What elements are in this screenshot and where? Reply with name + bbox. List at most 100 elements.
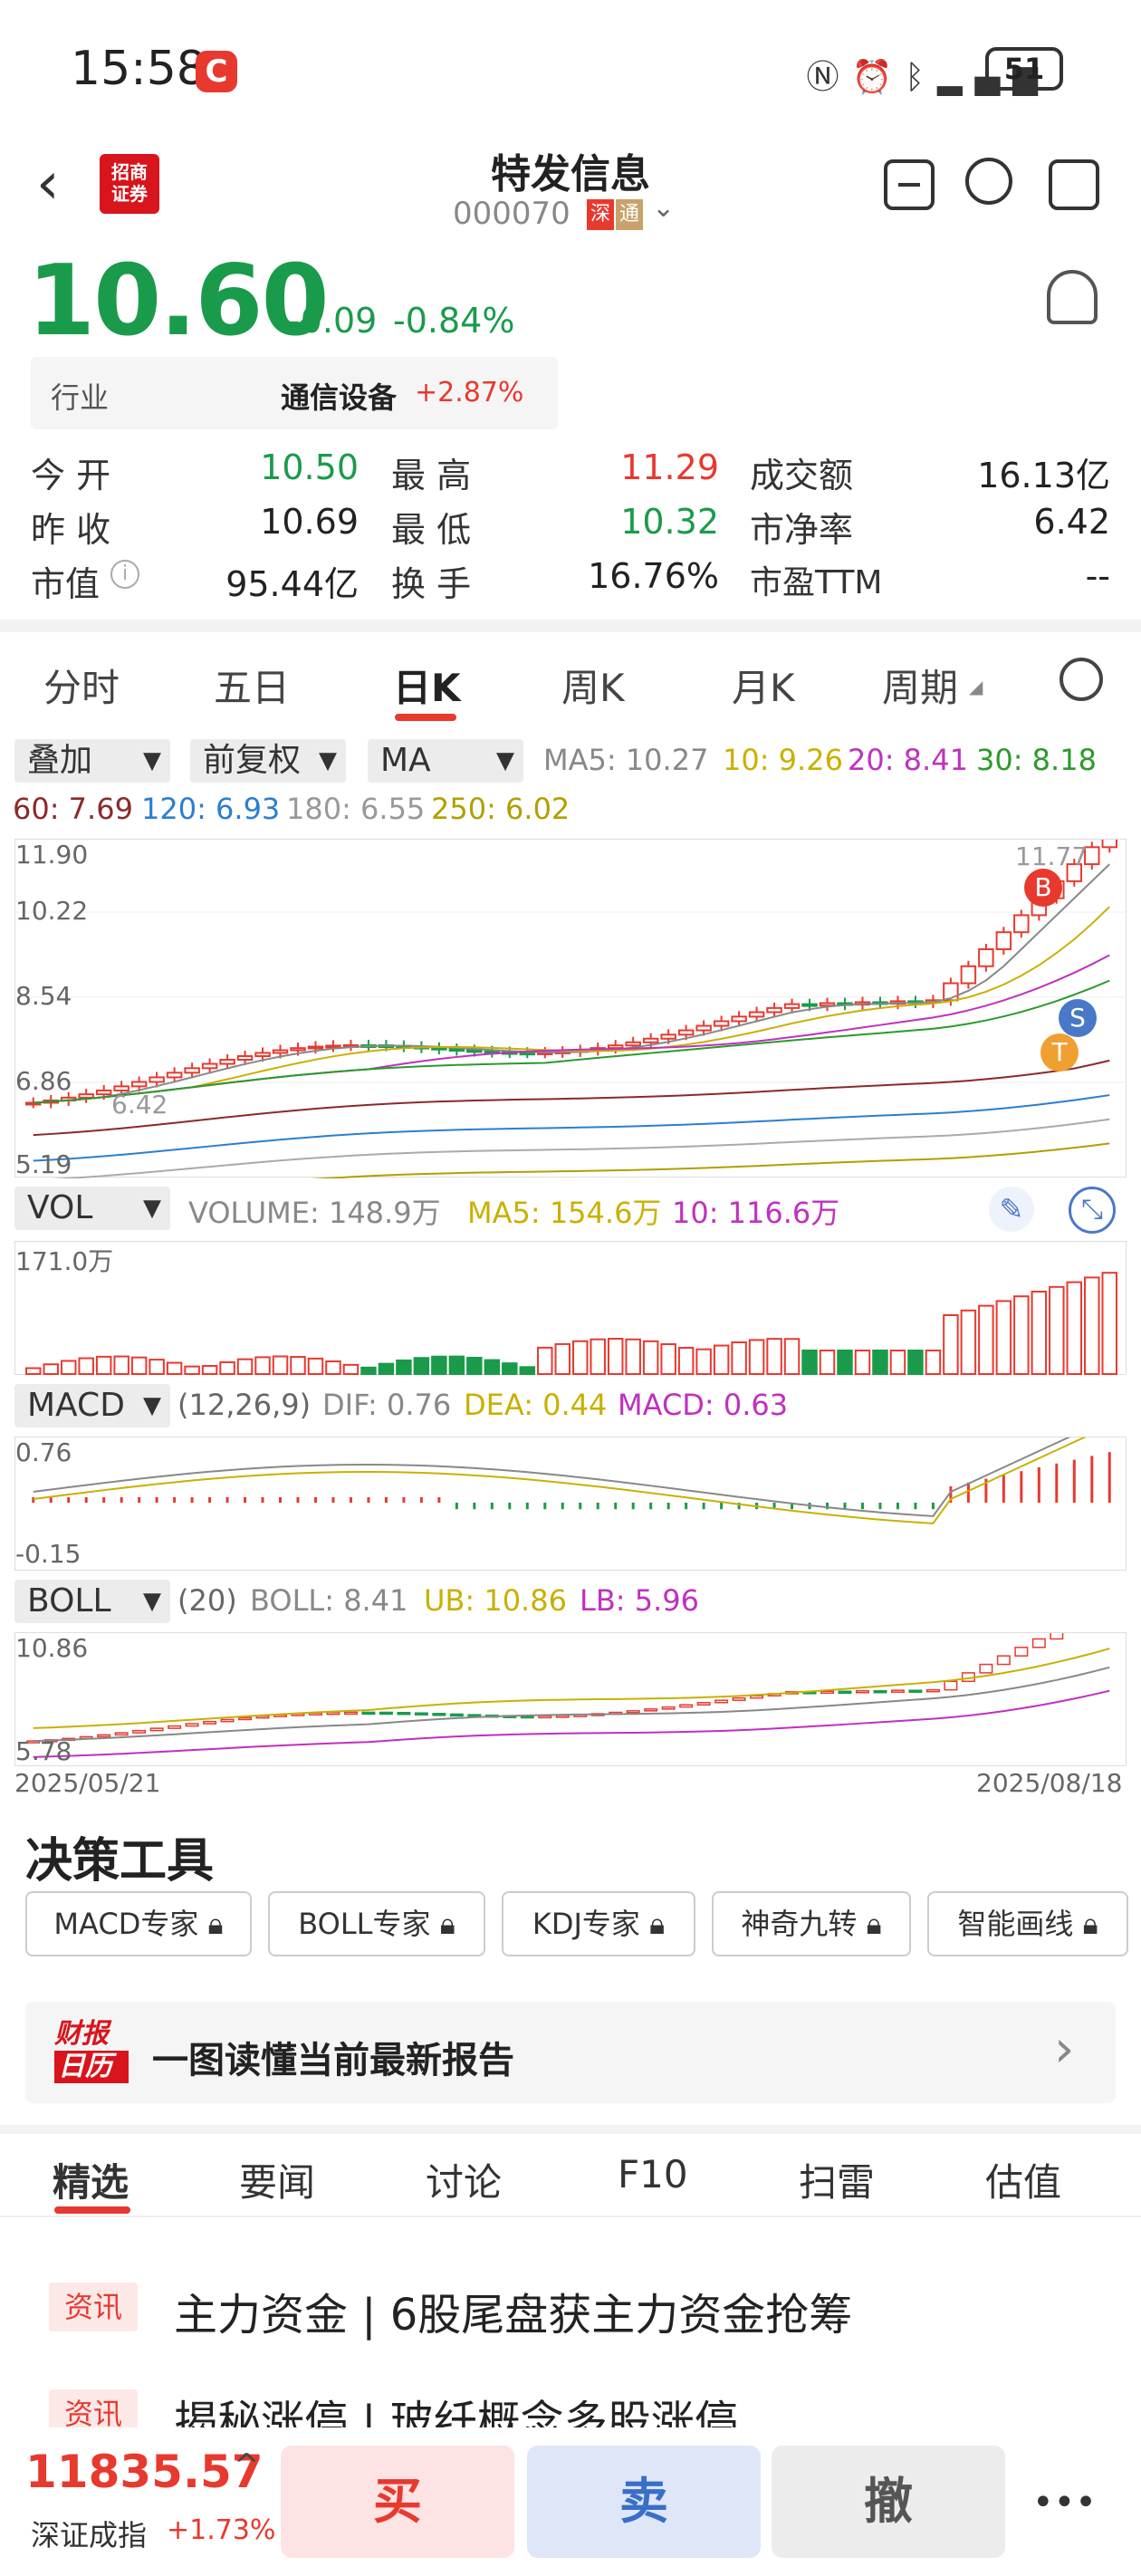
kline-candle [236,1054,254,1062]
macd-indicator-select[interactable]: MACD ▼ [14,1384,170,1427]
news-tab-f10[interactable]: F10 [618,2152,688,2196]
t-marker[interactable]: T [1040,1033,1079,1072]
tab-intraday[interactable]: 分时 [43,658,120,713]
tool-kdj-expert[interactable]: KDJ专家 🔒︎ [502,1891,695,1956]
clock: 15:58 [71,42,206,96]
max-price-label: 11.77 [1015,841,1088,871]
macd-y-bottom: -0.15 [15,1539,82,1569]
boll-indicator-select[interactable]: BOLL ▼ [14,1580,170,1623]
kline-candle [625,1041,641,1047]
kline-candle [960,965,977,985]
news-tab-discussion[interactable]: 讨论 [426,2152,502,2207]
volume-bar [448,1355,465,1376]
settings-gear-icon[interactable] [1060,658,1103,701]
volume-bar [342,1363,360,1376]
boll-candle [644,1708,658,1712]
chevron-down-icon[interactable]: ⌄ [652,192,675,224]
volume-value: VOLUME: 148.9万 [188,1196,441,1230]
news-tab-valuation[interactable]: 估值 [985,2152,1061,2207]
boll-candle [661,1706,676,1710]
quote-label: 市盈TTM [750,564,883,601]
pencil-edit-icon[interactable]: ✎ [989,1187,1034,1232]
indicator-select[interactable]: MA ▼ [368,739,523,783]
news-tab-risk-scan[interactable]: 扫雷 [799,2152,875,2207]
volume-indicator-select[interactable]: VOL ▼ [14,1187,170,1230]
boll-candle [343,1711,358,1716]
lock-icon: 🔒︎ [1082,1907,1098,1941]
boll-candle [361,1711,376,1716]
alert-bell-icon[interactable] [1047,270,1098,324]
dropdown-triangle-icon: ▼ [143,747,161,774]
adjust-select[interactable]: 前复权 ▼ [190,739,346,783]
nfc-icon: Ⓝ [806,59,852,96]
boll-candle [1014,1647,1029,1657]
buy-button[interactable]: 买 [281,2446,514,2558]
kline-candle [272,1049,289,1054]
status-bar: 15:58 C Ⓝ⏰ᛒ▂▄▆ 51 [0,0,1141,136]
volume-bar [590,1338,606,1375]
news-tab-featured[interactable]: 精选 [53,2152,129,2207]
boll-chart: 10.86 5.78 [14,1632,1127,1766]
tab-weekly-k[interactable]: 周K [561,658,625,713]
quote-value: 10.50 [260,447,359,487]
tool-boll-expert[interactable]: BOLL专家 🔒︎ [268,1891,485,1956]
boll-candle [908,1689,923,1693]
cancel-order-button[interactable]: 撤 [772,2446,1005,2558]
dropdown-triangle-icon: ▼ [319,747,337,774]
boll-candle [114,1732,129,1736]
minus-window-icon[interactable] [884,159,935,210]
kline-candle [184,1067,200,1074]
date-end: 2025/08/18 [976,1768,1123,1798]
more-menu-icon[interactable]: ••• [1032,2482,1097,2523]
kline-chart[interactable]: 11.90 10.22 8.54 6.86 5.19 11.77 6.42 B … [14,839,1127,1179]
kline-candle [1101,840,1117,849]
boll-candle [432,1713,446,1716]
y-tick: 5.19 [15,1149,72,1179]
report-banner[interactable]: 财报 日历 一图读懂当前最新报告 › [25,2002,1116,2103]
volume-chart: 171.0万 [14,1241,1127,1376]
boll-candle [220,1718,235,1723]
info-icon[interactable]: i [110,560,139,589]
kline-candle [801,1003,818,1007]
volume-bar [642,1340,659,1376]
industry-chip[interactable]: 行业 通信设备 +2.87% [31,357,558,429]
search-icon[interactable] [965,158,1012,205]
volume-bar [801,1350,818,1375]
tab-monthly-k[interactable]: 月K [732,658,795,713]
report-badge-bottom: 日历 [54,2051,129,2083]
expand-fullscreen-icon[interactable]: ⤡ [1069,1187,1116,1234]
quote-label: 最 高 [391,456,472,495]
boll-candle [379,1711,393,1716]
sell-marker[interactable]: S [1059,999,1097,1037]
boll-candle [397,1711,411,1716]
news-tab-headlines[interactable]: 要闻 [239,2152,315,2207]
sell-button[interactable]: 卖 [527,2446,761,2558]
volume-bar [307,1357,324,1375]
tool-macd-expert[interactable]: MACD专家 🔒︎ [25,1891,252,1956]
dropdown-triangle-icon: ▼ [143,1392,161,1419]
news-tag: 资讯 [49,2283,138,2331]
volume-bar [78,1357,94,1376]
kline-candle [731,1015,747,1023]
volume-bar [95,1355,112,1375]
index-value[interactable]: 11835.57 [25,2446,264,2498]
boll-lb: LB: 5.96 [580,1583,699,1618]
share-icon[interactable] [1049,159,1099,210]
volume-name: VOL [27,1189,93,1226]
tab-period[interactable]: 周期 [882,658,958,713]
buy-marker[interactable]: B [1024,869,1062,907]
tab-five-day[interactable]: 五日 [214,658,290,713]
boll-candle [538,1715,552,1719]
adjust-label: 前复权 [203,742,302,779]
chevron-up-icon[interactable]: ^ [234,2447,260,2484]
ma30-label: 30: 8.18 [976,743,1097,777]
macd-params: (12,26,9) [177,1388,312,1422]
tab-daily-k[interactable]: 日K [393,658,461,713]
overlay-select[interactable]: 叠加 ▼ [14,739,170,783]
tool-magic-nine[interactable]: 神奇九转 🔒︎ [712,1891,911,1956]
tool-smart-draw[interactable]: 智能画线 🔒︎ [927,1891,1128,1956]
volume-bar [1049,1285,1065,1375]
kline-candle [978,947,994,967]
volume-bar [995,1300,1012,1375]
boll-candle [203,1720,217,1725]
